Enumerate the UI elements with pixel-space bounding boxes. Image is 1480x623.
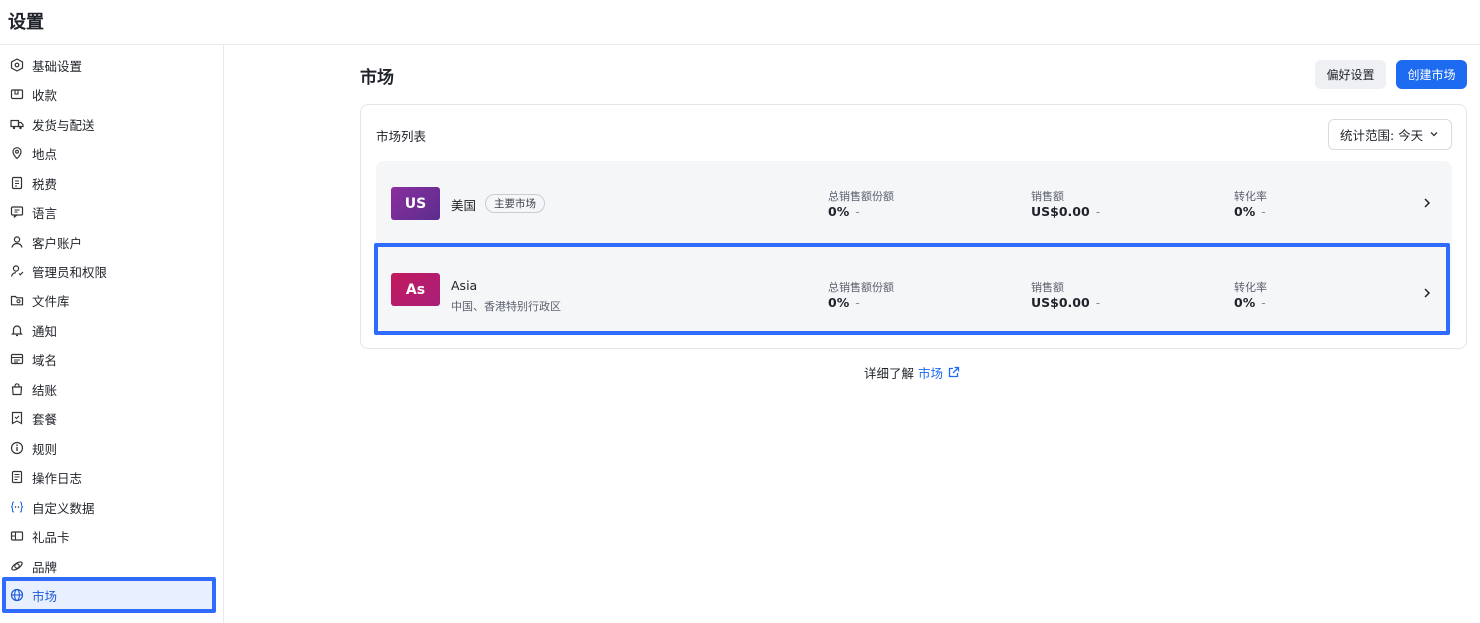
sidebar-item-shipping[interactable]: 发货与配送 bbox=[4, 110, 214, 138]
settings-sidebar: 基础设置 收款 发货与配送 地点 税费 语言 客户账户 管理员和权限 文件库 通… bbox=[0, 45, 224, 623]
market-regions: 中国、香港特别行政区 bbox=[451, 300, 561, 313]
sidebar-item-locations[interactable]: 地点 bbox=[4, 139, 214, 167]
info-circle-icon bbox=[10, 441, 24, 455]
primary-market-tag: 主要市场 bbox=[485, 194, 545, 213]
globe-icon bbox=[10, 588, 24, 602]
sidebar-item-label: 通知 bbox=[32, 323, 58, 339]
sidebar-item-label: 收款 bbox=[32, 87, 58, 103]
sales-value: US$0.00- bbox=[1031, 295, 1101, 310]
sidebar-item-label: 规则 bbox=[32, 441, 58, 457]
market-row-asia[interactable]: As Asia 中国、香港特别行政区 总销售额份额 0% - 销售额 US$0.0… bbox=[376, 247, 1452, 331]
sidebar-item-label: 套餐 bbox=[32, 411, 58, 427]
page-title: 设置 bbox=[8, 12, 44, 33]
sidebar-item-label: 客户账户 bbox=[32, 235, 83, 251]
main-title: 市场 bbox=[360, 68, 394, 88]
stats-range-value: 统计范围: 今天 bbox=[1340, 128, 1424, 143]
stats-range-select[interactable]: 统计范围: 今天 bbox=[1328, 119, 1452, 150]
language-icon bbox=[10, 205, 24, 219]
card-title: 市场列表 bbox=[376, 129, 427, 144]
chevron-right-icon bbox=[1424, 288, 1431, 298]
chevron-down-icon bbox=[1430, 132, 1438, 137]
learn-more: 详细了解 市场 bbox=[864, 363, 960, 382]
sidebar-item-plans[interactable]: 套餐 bbox=[4, 404, 214, 432]
preferences-button[interactable]: 偏好设置 bbox=[1315, 60, 1386, 89]
sidebar-item-custom-data[interactable]: 自定义数据 bbox=[4, 493, 214, 521]
create-market-button[interactable]: 创建市场 bbox=[1396, 60, 1467, 89]
location-pin-icon bbox=[10, 146, 24, 160]
admin-user-icon bbox=[10, 264, 24, 278]
settings-hex-icon bbox=[10, 58, 24, 72]
conversion-label: 转化率 bbox=[1234, 190, 1267, 203]
sidebar-item-gift-cards[interactable]: 礼品卡 bbox=[4, 522, 214, 550]
plan-icon bbox=[10, 411, 24, 425]
truck-icon bbox=[10, 117, 24, 131]
chevron-right-icon bbox=[1424, 198, 1431, 208]
bell-icon bbox=[10, 323, 24, 337]
sidebar-item-label: 基础设置 bbox=[32, 58, 83, 74]
sales-value: US$0.00- bbox=[1031, 204, 1101, 219]
sidebar-item-label: 操作日志 bbox=[32, 470, 83, 486]
page-header: 设置 bbox=[0, 0, 1480, 45]
sidebar-item-admins-permissions[interactable]: 管理员和权限 bbox=[4, 257, 214, 285]
learn-more-text: 详细了解 bbox=[864, 366, 915, 381]
market-row-us[interactable]: US 美国 主要市场 总销售额份额 0% - 销售额 US$0.00- 转化率 0… bbox=[376, 161, 1452, 245]
external-link-icon[interactable] bbox=[947, 366, 960, 379]
market-list-card: 市场列表 统计范围: 今天 US 美国 主要市场 总销售额份额 0% - 销售额 … bbox=[360, 104, 1467, 349]
tax-receipt-icon bbox=[10, 176, 24, 190]
sidebar-item-languages[interactable]: 语言 bbox=[4, 198, 214, 226]
conversion-value: 0% - bbox=[1234, 204, 1266, 219]
sidebar-item-rules[interactable]: 规则 bbox=[4, 434, 214, 462]
sidebar-item-label: 税费 bbox=[32, 176, 58, 192]
sidebar-item-customer-accounts[interactable]: 客户账户 bbox=[4, 228, 214, 256]
sidebar-item-label: 品牌 bbox=[32, 559, 58, 575]
log-icon bbox=[10, 470, 24, 484]
sidebar-item-label: 语言 bbox=[32, 205, 58, 221]
market-name: Asia bbox=[451, 278, 478, 293]
sales-share-value: 0% - bbox=[828, 204, 860, 219]
sidebar-item-label: 管理员和权限 bbox=[32, 264, 108, 280]
sidebar-item-activity-log[interactable]: 操作日志 bbox=[4, 463, 214, 491]
conversion-value: 0% - bbox=[1234, 295, 1266, 310]
custom-data-icon bbox=[10, 500, 24, 514]
user-icon bbox=[10, 235, 24, 249]
sidebar-item-label: 域名 bbox=[32, 352, 58, 368]
sidebar-item-label: 结账 bbox=[32, 382, 58, 398]
sidebar-item-label: 文件库 bbox=[32, 293, 70, 309]
wallet-icon bbox=[10, 87, 24, 101]
sidebar-item-label: 发货与配送 bbox=[32, 117, 95, 133]
sidebar-item-domains[interactable]: 域名 bbox=[4, 345, 214, 373]
sidebar-item-checkout[interactable]: 结账 bbox=[4, 375, 214, 403]
gift-card-icon bbox=[10, 529, 24, 543]
sidebar-item-basic-settings[interactable]: 基础设置 bbox=[4, 51, 214, 79]
sidebar-item-markets[interactable]: 市场 bbox=[4, 581, 214, 609]
markets-help-link[interactable]: 市场 bbox=[918, 363, 943, 382]
sidebar-item-label: 市场 bbox=[32, 588, 58, 604]
domain-icon bbox=[10, 352, 24, 366]
sidebar-item-label: 地点 bbox=[32, 146, 58, 162]
sidebar-item-label: 自定义数据 bbox=[32, 500, 95, 516]
sales-share-label: 总销售额份额 bbox=[828, 190, 894, 203]
conversion-label: 转化率 bbox=[1234, 281, 1267, 294]
sidebar-item-label: 礼品卡 bbox=[32, 529, 70, 545]
sidebar-item-files[interactable]: 文件库 bbox=[4, 286, 214, 314]
sidebar-item-taxes[interactable]: 税费 bbox=[4, 169, 214, 197]
sidebar-item-payments[interactable]: 收款 bbox=[4, 80, 214, 108]
sales-share-value: 0% - bbox=[828, 295, 860, 310]
market-badge: As bbox=[391, 273, 440, 306]
shopping-bag-icon bbox=[10, 382, 24, 396]
market-name: 美国 bbox=[451, 198, 477, 213]
market-badge: US bbox=[391, 187, 440, 220]
sales-label: 销售额 bbox=[1031, 281, 1064, 294]
sidebar-item-brand[interactable]: 品牌 bbox=[4, 552, 214, 580]
sales-label: 销售额 bbox=[1031, 190, 1064, 203]
sales-share-label: 总销售额份额 bbox=[828, 281, 894, 294]
brand-icon bbox=[10, 559, 24, 573]
sidebar-item-notifications[interactable]: 通知 bbox=[4, 316, 214, 344]
folder-icon bbox=[10, 293, 24, 307]
